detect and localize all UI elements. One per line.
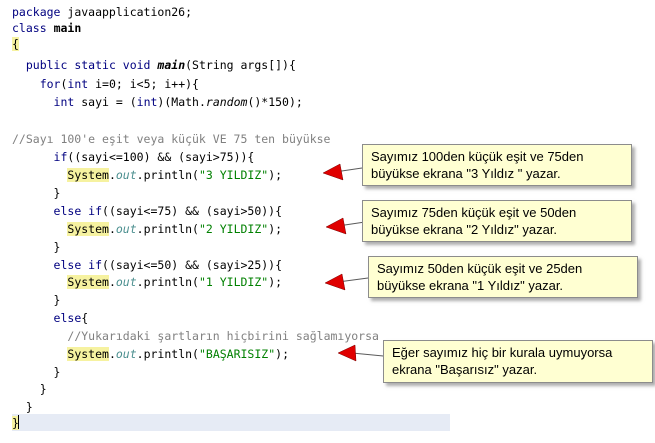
arrow-1 bbox=[322, 163, 363, 181]
callout-line: Sayımız 75den küçük eşit ve 50den bbox=[371, 205, 577, 220]
callout-line: büyükse ekrana "3 Yıldız " yazar. bbox=[371, 166, 561, 181]
callout-line: Sayımız 50den küçük eşit ve 25den bbox=[377, 261, 583, 276]
callout-line: Eğer sayımız hiç bir kurala uymuyorsa bbox=[392, 345, 613, 360]
arrow-4 bbox=[337, 344, 384, 362]
arrow-3 bbox=[324, 273, 369, 291]
arrow-2 bbox=[325, 217, 366, 235]
callout-line: büyükse ekrana "2 Yıldız" yazar. bbox=[371, 222, 558, 237]
callout-basarisiz: Eğer sayımız hiç bir kurala uymuyorsa ek… bbox=[383, 340, 653, 383]
callout-line: ekrana "Başarısız" yazar. bbox=[392, 362, 538, 377]
callout-line: Sayımız 100den küçük eşit ve 75den bbox=[371, 149, 584, 164]
callout-line: büyükse ekrana "1 Yıldız" yazar. bbox=[377, 278, 564, 293]
callout-1-yildiz: Sayımız 50den küçük eşit ve 25den büyüks… bbox=[368, 256, 638, 298]
callout-2-yildiz: Sayımız 75den küçük eşit ve 50den büyüks… bbox=[362, 200, 632, 242]
callout-3-yildiz: Sayımız 100den küçük eşit ve 75den büyük… bbox=[362, 144, 632, 186]
